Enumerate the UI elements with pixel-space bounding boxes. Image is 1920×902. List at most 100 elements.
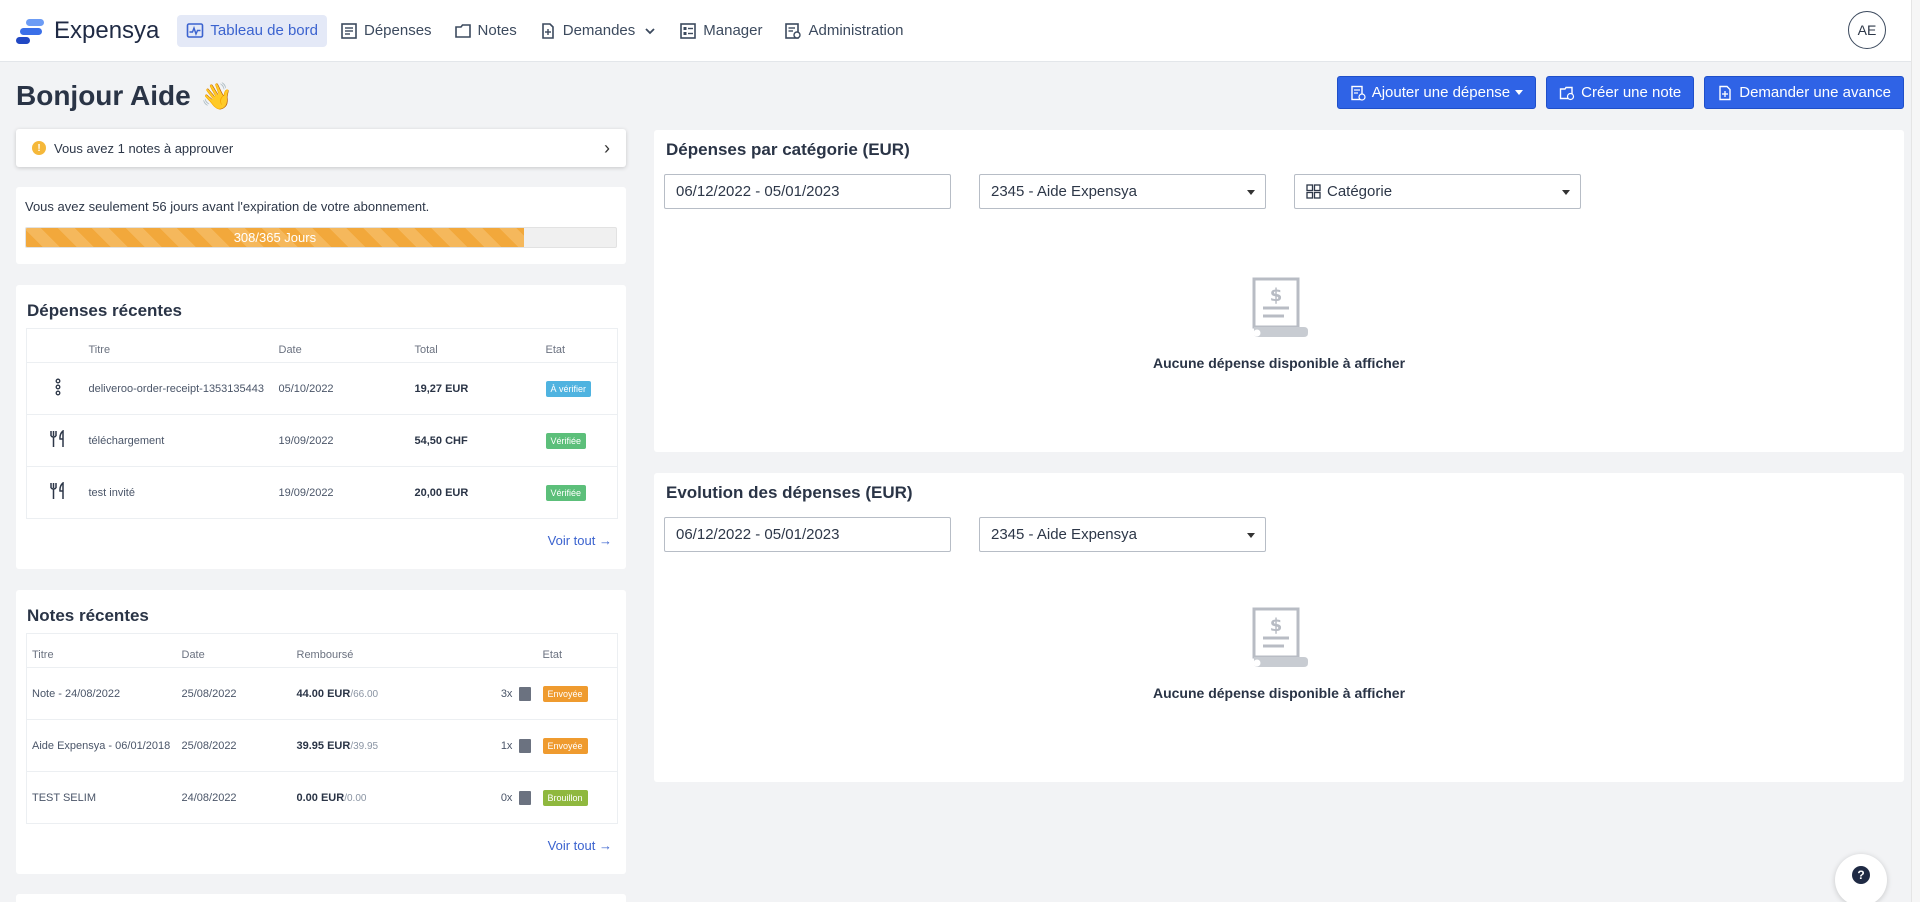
- list-icon: [518, 738, 531, 753]
- request-advance-label: Demander une avance: [1739, 84, 1891, 101]
- help-icon: ?: [1852, 866, 1870, 884]
- status-badge: Vérifiée: [545, 432, 587, 449]
- brand-name: Expensya: [54, 16, 160, 44]
- note-title: TEST SELIM: [26, 771, 182, 824]
- subscription-progress-label: 308/365 Jours: [233, 230, 317, 245]
- expenses-see-all-link[interactable]: Voir tout →: [26, 533, 616, 548]
- chevron-right-icon: ›: [604, 137, 610, 158]
- restaurant-icon: [50, 429, 64, 447]
- note-amount: 0.00 EUR: [296, 791, 345, 804]
- admin-icon: [785, 22, 802, 39]
- status-badge: Envoyée: [542, 737, 588, 754]
- column-header-total: Total: [414, 328, 546, 363]
- arrow-right-icon: →: [599, 838, 612, 853]
- nav-item-dashboard[interactable]: Tableau de bord: [177, 14, 327, 47]
- svg-text:$: $: [1270, 615, 1283, 636]
- table-row[interactable]: test invité 19/09/2022 20,00 EUR Vérifié…: [26, 466, 618, 519]
- evolution-date-range-input[interactable]: 06/12/2022 - 05/01/2023: [664, 517, 951, 552]
- note-expense-count: 1x: [500, 739, 513, 752]
- date-range-value: 06/12/2022 - 05/01/2023: [676, 183, 840, 200]
- expense-total: 54,50 CHF: [414, 414, 546, 467]
- expense-title: test invité: [88, 466, 279, 519]
- category-expenses-panel: Dépenses par catégorie (EUR) 06/12/2022 …: [654, 130, 1904, 452]
- evolution-panel-title: Evolution des dépenses (EUR): [666, 483, 913, 502]
- nav-item-label: Manager: [703, 22, 763, 39]
- table-row[interactable]: Note - 24/08/2022 25/08/2022 44.00 EUR/6…: [26, 667, 618, 720]
- column-header-title: Titre: [26, 633, 182, 668]
- subscription-card: Vous avez seulement 56 jours avant l'exp…: [16, 187, 626, 264]
- expense-date: 19/09/2022: [278, 414, 415, 467]
- table-row[interactable]: Aide Expensya - 06/01/2018 25/08/2022 39…: [26, 719, 618, 772]
- evolution-user-select[interactable]: 2345 - Aide Expensya: [979, 517, 1266, 552]
- recent-notes-card: Notes récentes Titre Date Remboursé Etat…: [16, 590, 626, 874]
- nav-item-administration[interactable]: Administration: [775, 15, 912, 47]
- empty-receipt-icon: $: [1252, 277, 1308, 337]
- add-expense-button[interactable]: Ajouter une dépense: [1336, 76, 1537, 109]
- note-total: /0.00: [344, 792, 367, 804]
- evolution-empty-text: Aucune dépense disponible à afficher: [1152, 685, 1406, 701]
- recent-notes-title: Notes récentes: [27, 606, 149, 625]
- more-icon[interactable]: [54, 378, 62, 396]
- recent-expenses-card: Dépenses récentes Titre Date Total Etat …: [16, 285, 626, 569]
- column-header-state: Etat: [542, 633, 618, 668]
- nav-item-label: Demandes: [562, 22, 636, 39]
- add-receipt-icon: [1351, 85, 1366, 101]
- note-amount: 39.95 EUR: [296, 739, 351, 752]
- table-row[interactable]: TEST SELIM 24/08/2022 0.00 EUR/0.00 0x B…: [26, 771, 618, 824]
- header-actions: Ajouter une dépense Créer une note Deman…: [1336, 76, 1904, 109]
- note-title: Note - 24/08/2022: [26, 667, 182, 720]
- column-header-title: Titre: [88, 328, 279, 363]
- approval-notice[interactable]: ! Vous avez 1 notes à approuver ›: [16, 129, 626, 167]
- request-icon: [541, 22, 554, 39]
- nav-item-manager[interactable]: Manager: [670, 15, 771, 47]
- recent-expenses-title: Dépenses récentes: [27, 301, 182, 320]
- column-header-date: Date: [181, 633, 297, 668]
- expense-date: 19/09/2022: [278, 466, 415, 519]
- table-row[interactable]: deliveroo-order-receipt-1353135443 05/10…: [26, 362, 618, 415]
- folder-icon: [454, 23, 471, 38]
- status-badge: Brouillon: [542, 789, 588, 806]
- nav-item-requests[interactable]: Demandes: [530, 15, 667, 47]
- date-range-value: 06/12/2022 - 05/01/2023: [676, 526, 840, 543]
- table-row[interactable]: téléchargement 19/09/2022 54,50 CHF Véri…: [26, 414, 618, 467]
- caret-down-icon: [1515, 90, 1524, 95]
- page-scrollbar[interactable]: [1911, 0, 1920, 902]
- user-select-value: 2345 - Aide Expensya: [991, 183, 1137, 200]
- restaurant-icon: [50, 481, 64, 499]
- expense-date: 05/10/2022: [278, 362, 415, 415]
- manager-icon: [680, 22, 697, 39]
- subscription-message: Vous avez seulement 56 jours avant l'exp…: [25, 199, 430, 214]
- evolution-empty-state: $ Aucune dépense disponible à afficher: [654, 607, 1904, 701]
- note-amount: 44.00 EUR: [296, 687, 351, 700]
- category-groupby-select[interactable]: Catégorie: [1294, 174, 1581, 209]
- dashboard-icon: [187, 22, 204, 38]
- nav-item-label: Tableau de bord: [210, 22, 318, 39]
- caret-down-icon: [1247, 190, 1255, 195]
- brand[interactable]: Expensya: [16, 17, 159, 45]
- user-avatar[interactable]: AE: [1848, 11, 1886, 49]
- category-panel-title: Dépenses par catégorie (EUR): [666, 140, 910, 159]
- category-date-range-input[interactable]: 06/12/2022 - 05/01/2023: [664, 174, 951, 209]
- category-user-select[interactable]: 2345 - Aide Expensya: [979, 174, 1266, 209]
- request-advance-button[interactable]: Demander une avance: [1704, 76, 1904, 109]
- nav-item-label: Notes: [477, 22, 517, 39]
- list-icon: [518, 790, 531, 805]
- create-note-label: Créer une note: [1581, 84, 1682, 101]
- status-badge: Vérifiée: [545, 484, 587, 501]
- arrow-right-icon: →: [599, 533, 612, 548]
- help-button[interactable]: ?: [1835, 854, 1887, 902]
- column-header-reimbursed: Remboursé: [296, 633, 464, 668]
- nav-item-notes[interactable]: Notes: [445, 15, 526, 47]
- create-note-button[interactable]: Créer une note: [1546, 76, 1695, 109]
- add-document-icon: [1719, 85, 1731, 100]
- notes-see-all-link[interactable]: Voir tout →: [26, 838, 616, 853]
- nav-item-label: Dépenses: [364, 22, 432, 39]
- nav-item-expenses[interactable]: Dépenses: [331, 15, 441, 47]
- note-total: /39.95: [350, 740, 379, 752]
- status-badge: À vérifier: [545, 380, 592, 397]
- top-navbar: Expensya Tableau de bord Dépenses Notes …: [0, 0, 1920, 62]
- category-empty-state: $ Aucune dépense disponible à afficher: [654, 277, 1904, 371]
- approval-text: Vous avez 1 notes à approuver: [54, 140, 234, 156]
- grid-icon: [1306, 184, 1321, 199]
- page-title: Bonjour Aide 👋: [16, 80, 233, 112]
